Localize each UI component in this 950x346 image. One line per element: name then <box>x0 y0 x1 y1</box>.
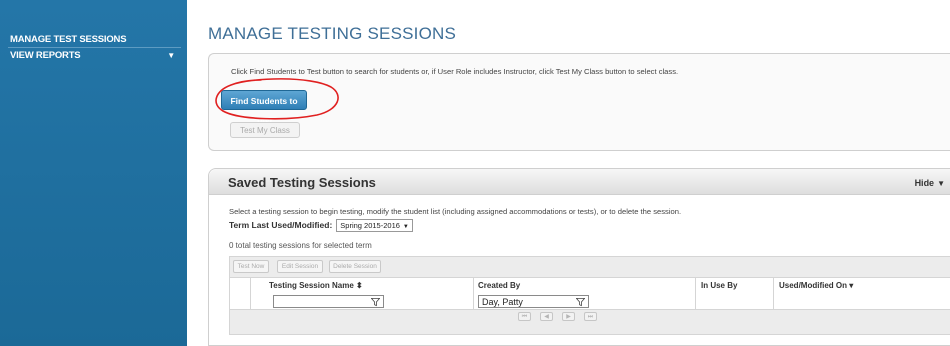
term-value: Spring 2015-2016 <box>340 220 400 230</box>
select-column-header <box>230 278 250 292</box>
caret-down-icon: ▼ <box>937 179 945 188</box>
filter-value: Day, Patty <box>482 297 523 307</box>
grid-header: Testing Session Name ⬍ Created By In Use… <box>230 278 950 292</box>
sidebar-item-label: MANAGE TEST SESSIONS <box>10 34 127 45</box>
sidebar-item-manage-test-sessions[interactable]: MANAGE TEST SESSIONS <box>8 33 181 48</box>
sidebar-item-view-reports[interactable]: VIEW REPORTS ▼ <box>8 49 181 63</box>
first-page-icon[interactable]: ⏮ <box>518 312 531 321</box>
next-page-icon[interactable]: ▶ <box>562 312 575 321</box>
created-by-filter-input[interactable]: Day, Patty <box>478 295 589 308</box>
term-select[interactable]: Spring 2015-2016 ▼ <box>336 218 413 232</box>
column-header-session-name[interactable]: Testing Session Name ⬍ <box>250 278 473 292</box>
sessions-grid: Test Now Edit Session Delete Session Tes… <box>229 256 950 335</box>
grid-toolbar: Test Now Edit Session Delete Session <box>230 257 950 278</box>
saved-sessions-title: Saved Testing Sessions <box>228 175 376 190</box>
find-students-panel: Click Find Students to Test button to se… <box>208 53 950 151</box>
session-name-filter-input[interactable] <box>273 295 384 308</box>
total-sessions-text: 0 total testing sessions for selected te… <box>229 241 372 250</box>
test-now-button[interactable]: Test Now <box>233 260 269 273</box>
grid-pager: ⏮ ◀ ▶ ⏭ <box>230 310 950 324</box>
caret-down-icon: ▼ <box>167 51 175 60</box>
sidebar-item-label: VIEW REPORTS <box>10 50 81 61</box>
edit-session-button[interactable]: Edit Session <box>277 260 323 273</box>
column-label: Testing Session Name <box>269 281 354 290</box>
grid-filter-row: Day, Patty <box>230 292 950 310</box>
test-my-class-button[interactable]: Test My Class <box>230 122 300 138</box>
filter-funnel-icon[interactable] <box>576 297 585 307</box>
saved-sessions-header: Saved Testing Sessions Hide ▼ <box>209 169 950 195</box>
saved-sessions-panel: Saved Testing Sessions Hide ▼ Select a te… <box>208 168 950 346</box>
sort-icon: ⬍ <box>356 281 363 290</box>
saved-instructions: Select a testing session to begin testin… <box>229 207 682 216</box>
filter-cell-empty <box>230 292 250 309</box>
filter-cell-session-name <box>250 292 473 309</box>
chevron-down-icon: ▼ <box>402 223 409 230</box>
filter-cell-created-by: Day, Patty <box>473 292 695 309</box>
column-header-in-use-by[interactable]: In Use By <box>695 278 773 292</box>
column-header-created-by[interactable]: Created By <box>473 278 695 292</box>
term-row: Term Last Used/Modified: Spring 2015-201… <box>229 218 413 232</box>
sort-desc-icon: ▾ <box>849 281 854 290</box>
delete-session-button[interactable]: Delete Session <box>329 260 381 273</box>
filter-cell-in-use-by <box>695 292 773 309</box>
column-label: In Use By <box>701 281 738 290</box>
find-students-button[interactable]: Find Students to Test <box>221 90 307 126</box>
term-label: Term Last Used/Modified: <box>229 220 333 230</box>
hide-toggle[interactable]: Hide ▼ <box>915 178 945 188</box>
find-instructions: Click Find Students to Test button to se… <box>231 67 679 76</box>
filter-funnel-icon[interactable] <box>371 297 380 307</box>
last-page-icon[interactable]: ⏭ <box>584 312 597 321</box>
filter-cell-used-modified-on <box>773 292 950 309</box>
sidebar: MANAGE TEST SESSIONS VIEW REPORTS ▼ <box>0 0 187 346</box>
column-header-used-modified-on[interactable]: Used/Modified On ▾ <box>773 278 950 292</box>
hide-label: Hide <box>914 178 935 188</box>
column-label: Used/Modified On <box>779 281 847 290</box>
prev-page-icon[interactable]: ◀ <box>540 312 553 321</box>
page-title: MANAGE TESTING SESSIONS <box>208 24 457 43</box>
column-label: Created By <box>478 281 521 290</box>
